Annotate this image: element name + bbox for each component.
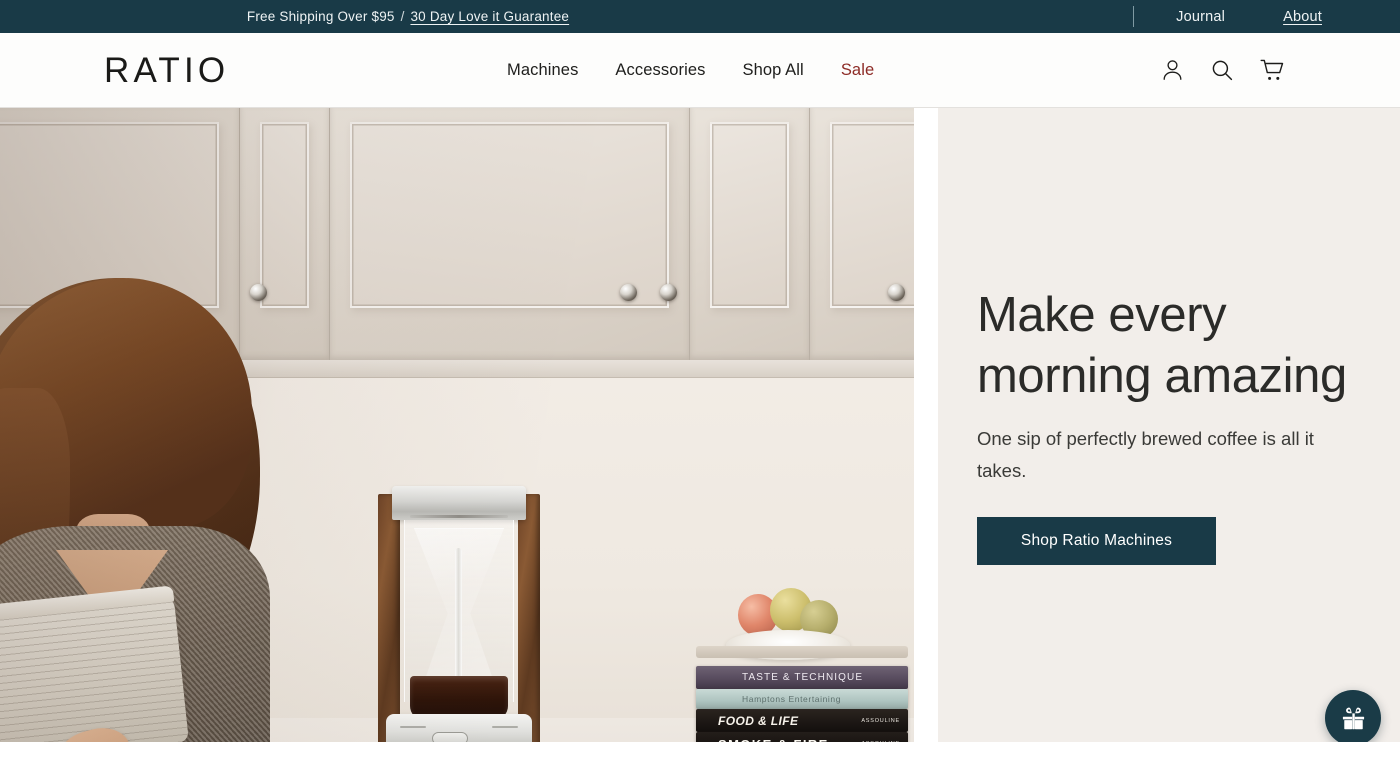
site-header: RATIO Machines Accessories Shop All Sale bbox=[0, 33, 1400, 108]
newspaper bbox=[0, 594, 190, 742]
shop-ratio-machines-button[interactable]: Shop Ratio Machines bbox=[977, 517, 1216, 566]
hero-image[interactable]: TASTE & TECHNIQUE Hamptons Entertaining … bbox=[0, 108, 914, 742]
book-spine: Hamptons Entertaining bbox=[696, 689, 908, 709]
ratio-coffee-maker bbox=[378, 486, 540, 742]
machine-power-button bbox=[432, 732, 468, 742]
announcement-divider bbox=[1133, 6, 1135, 27]
nav-item-machines[interactable]: Machines bbox=[507, 61, 578, 80]
search-icon[interactable] bbox=[1207, 55, 1237, 85]
logo[interactable]: RATIO bbox=[104, 53, 229, 88]
main-navigation: Machines Accessories Shop All Sale bbox=[507, 61, 874, 80]
machine-tube bbox=[455, 548, 462, 688]
book-title: FOOD & LIFE bbox=[718, 713, 799, 728]
book-brand: ASSOULINE bbox=[861, 741, 900, 742]
book-spine: FOOD & LIFE ASSOULINE bbox=[696, 709, 908, 732]
book-spine: TASTE & TECHNIQUE bbox=[696, 666, 908, 689]
book-brand: ASSOULINE bbox=[861, 717, 900, 724]
gift-icon bbox=[1342, 707, 1364, 729]
announcement-links: Journal About bbox=[1133, 6, 1322, 27]
book-spine: SMOKE & FIRE ASSOULINE bbox=[696, 732, 908, 742]
hero-section: TASTE & TECHNIQUE Hamptons Entertaining … bbox=[0, 108, 1400, 742]
nav-item-accessories[interactable]: Accessories bbox=[615, 61, 705, 80]
machine-wood-right bbox=[518, 494, 540, 742]
machine-wood-left bbox=[378, 494, 400, 742]
nav-item-shop-all[interactable]: Shop All bbox=[742, 61, 803, 80]
account-icon[interactable] bbox=[1157, 55, 1187, 85]
book-top-edge bbox=[696, 646, 908, 658]
announcement-bar: Free Shipping Over $95 / 30 Day Love it … bbox=[0, 0, 1400, 33]
book-title: SMOKE & FIRE bbox=[718, 737, 829, 743]
book-title: TASTE & TECHNIQUE bbox=[742, 672, 864, 683]
cart-icon[interactable] bbox=[1257, 55, 1287, 85]
rewards-widget-button[interactable] bbox=[1325, 690, 1381, 742]
announcement-link-about[interactable]: About bbox=[1283, 9, 1322, 25]
nav-item-sale[interactable]: Sale bbox=[841, 61, 874, 80]
book-title: Hamptons Entertaining bbox=[742, 694, 842, 704]
woman-figure bbox=[0, 278, 290, 742]
hero-title: Make every morning amazing bbox=[977, 287, 1347, 403]
header-icons bbox=[1157, 55, 1287, 85]
hero-text-panel: Make every morning amazing One sip of pe… bbox=[938, 108, 1400, 742]
promo-text: Free Shipping Over $95 bbox=[246, 9, 395, 24]
cookbook-stack: TASTE & TECHNIQUE Hamptons Entertaining … bbox=[696, 646, 910, 742]
announcement-separator: / bbox=[400, 9, 405, 24]
guarantee-link[interactable]: 30 Day Love it Guarantee bbox=[410, 9, 569, 24]
announcement-link-journal[interactable]: Journal bbox=[1176, 9, 1225, 25]
machine-top bbox=[392, 486, 526, 520]
announcement-message: Free Shipping Over $95 / 30 Day Love it … bbox=[0, 9, 1108, 24]
hero-subtitle: One sip of perfectly brewed coffee is al… bbox=[977, 428, 1314, 482]
